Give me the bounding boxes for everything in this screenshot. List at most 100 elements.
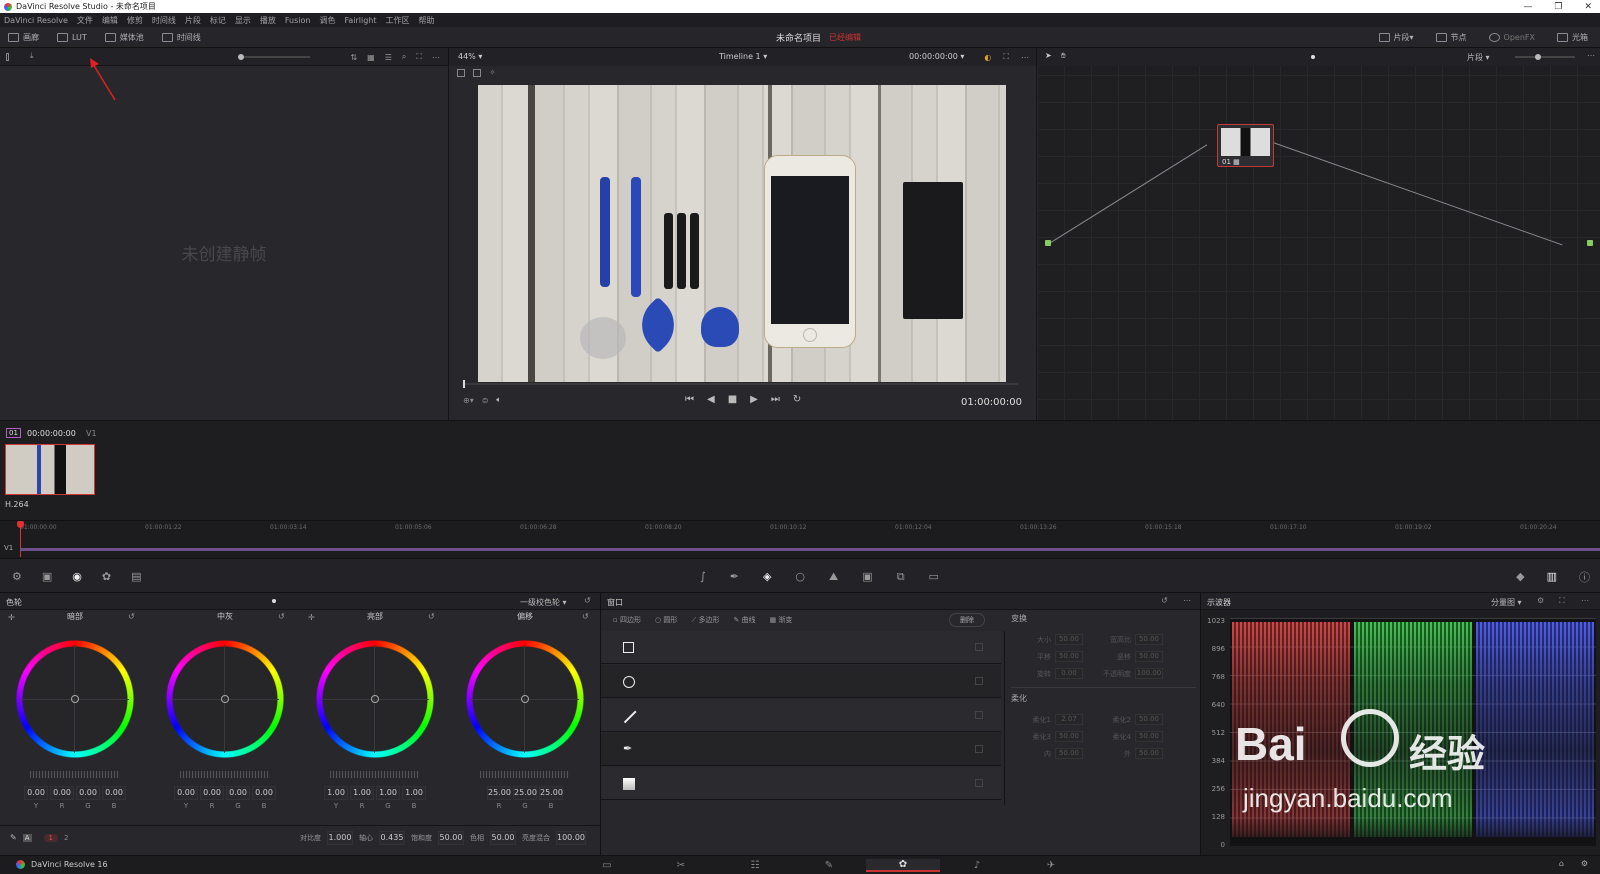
lut-button[interactable]: LUT: [57, 33, 87, 42]
add-quad-window[interactable]: ▫ 四边形: [613, 615, 641, 625]
invert-icon[interactable]: [975, 711, 983, 719]
menu-help[interactable]: 帮助: [419, 15, 435, 26]
rgb-mixer-icon[interactable]: ✿: [102, 570, 111, 583]
value-field[interactable]: 1.00: [402, 786, 426, 800]
timeline-clip-bar[interactable]: [20, 548, 1600, 551]
menu-file[interactable]: 文件: [77, 15, 93, 26]
window-reset-icon[interactable]: ↺: [1161, 596, 1168, 605]
node-zoom-slider[interactable]: [1515, 54, 1575, 60]
color-match-icon[interactable]: ▣: [42, 570, 52, 583]
scope-settings-icon[interactable]: ⚙︎: [1537, 596, 1544, 605]
search-icon[interactable]: ⌕: [402, 52, 406, 62]
blur-icon[interactable]: ⛰︎: [829, 570, 838, 584]
gamma-wheel[interactable]: 中灰 ↺ 0.00 0.00 0.00 0.00 Y R G B: [150, 611, 300, 831]
wheel-reset-icon[interactable]: ↺: [128, 612, 135, 621]
wheel-mode-dropdown[interactable]: 一级校色轮 ▾: [520, 597, 567, 608]
minimize-button[interactable]: —: [1523, 2, 1532, 12]
value-field[interactable]: 1.00: [350, 786, 374, 800]
scope-more-icon[interactable]: ⋯: [1581, 596, 1589, 605]
param-field[interactable]: 50.00: [1135, 651, 1163, 662]
master-wheel-slider[interactable]: [480, 771, 570, 778]
stop-button[interactable]: ■: [728, 394, 737, 405]
window-more-icon[interactable]: ⋯: [1183, 596, 1191, 605]
wheel-reset-icon[interactable]: ↺: [582, 612, 589, 621]
add-circle-window[interactable]: ○ 圆形: [655, 615, 677, 625]
sidebar-toggle-icon[interactable]: [6, 53, 9, 61]
timecode-top[interactable]: 00:00:00:00 ▾: [909, 52, 964, 61]
gradient-window-row[interactable]: [601, 767, 1001, 800]
fullscreen-icon[interactable]: ⛶: [416, 52, 422, 62]
hue-field[interactable]: 50.00: [490, 830, 516, 845]
color-node-01[interactable]: 01 ▦: [1217, 124, 1274, 167]
param-field[interactable]: 100.00: [1135, 668, 1163, 679]
loop-button[interactable]: ↻: [793, 394, 801, 405]
grid-view-icon[interactable]: ▦: [367, 53, 375, 62]
value-field[interactable]: 0.00: [226, 786, 250, 800]
media-page-tab[interactable]: ▭: [570, 860, 644, 871]
bypass-icon[interactable]: ◐: [984, 53, 991, 62]
param-field[interactable]: 50.00: [1055, 634, 1083, 645]
menu-trim[interactable]: 修剪: [127, 15, 143, 26]
edit-page-tab[interactable]: ☷: [718, 860, 792, 871]
invert-icon[interactable]: [975, 745, 983, 753]
image-wipe-icon[interactable]: [457, 68, 465, 77]
wheel-reset-icon[interactable]: ↺: [428, 612, 435, 621]
list-view-icon[interactable]: ☰: [385, 53, 392, 62]
quad-window-row[interactable]: [601, 631, 1001, 664]
param-field[interactable]: 50.00: [1135, 731, 1163, 742]
motion-effects-icon[interactable]: ▤: [131, 570, 141, 583]
param-field[interactable]: 50.00: [1135, 714, 1163, 725]
nodes-button[interactable]: 节点: [1435, 32, 1467, 43]
value-field[interactable]: 1.00: [376, 786, 400, 800]
menu-fusion[interactable]: Fusion: [285, 16, 311, 25]
fairlight-page-tab[interactable]: ♪: [940, 860, 1014, 871]
menu-edit[interactable]: 编辑: [102, 15, 118, 26]
deliver-page-tab[interactable]: ✈︎: [1014, 860, 1088, 871]
qualifier-icon[interactable]: ✒︎: [730, 570, 739, 583]
pivot-field[interactable]: 0.435: [379, 830, 405, 845]
param-field[interactable]: 50.00: [1055, 651, 1083, 662]
scope-expand-icon[interactable]: ⛶: [1559, 596, 1565, 606]
pointer-icon[interactable]: ➤: [1045, 51, 1052, 60]
page-2-button[interactable]: 2: [64, 834, 68, 842]
lightbox-button[interactable]: 光箱: [1557, 32, 1588, 43]
menu-mark[interactable]: 标记: [210, 15, 226, 26]
wheel-reset-icon[interactable]: ↺: [278, 612, 285, 621]
value-field[interactable]: 0.00: [174, 786, 198, 800]
page-1-button[interactable]: 1: [43, 833, 58, 842]
value-field[interactable]: 0.00: [24, 786, 48, 800]
param-field[interactable]: 50.00: [1055, 731, 1083, 742]
add-curve-window[interactable]: ✎ 曲线: [733, 615, 755, 625]
camera-raw-icon[interactable]: ⚙︎: [12, 570, 22, 583]
play-reverse-button[interactable]: ◀: [707, 394, 715, 405]
value-field[interactable]: 0.00: [252, 786, 276, 800]
master-wheel-slider[interactable]: [330, 771, 420, 778]
param-field[interactable]: 0.00: [1055, 668, 1083, 679]
node-more-icon[interactable]: ⋯: [1587, 51, 1595, 60]
value-field[interactable]: 0.00: [50, 786, 74, 800]
param-field[interactable]: 50.00: [1055, 748, 1083, 759]
master-wheel-slider[interactable]: [180, 771, 270, 778]
openfx-button[interactable]: OpenFX: [1488, 33, 1535, 42]
value-field[interactable]: 1.00: [324, 786, 348, 800]
delete-window-button[interactable]: 删除: [949, 613, 985, 627]
contrast-field[interactable]: 1.000: [327, 830, 353, 845]
highlight-icon[interactable]: ✧: [489, 68, 496, 77]
add-gradient-window[interactable]: ▦ 渐变: [770, 615, 793, 625]
circle-window-row[interactable]: [601, 665, 1001, 698]
auto-balance-icon[interactable]: ✎: [10, 833, 17, 842]
loop-icon[interactable]: ⊜: [482, 396, 489, 405]
menu-fairlight[interactable]: Fairlight: [344, 16, 376, 25]
lum-mix-field[interactable]: 100.00: [556, 830, 586, 845]
add-polygon-window[interactable]: ⟋ 多边形: [691, 615, 719, 625]
media-pool-button[interactable]: 媒体池: [104, 32, 144, 43]
play-button[interactable]: ▶: [750, 394, 758, 405]
maximize-button[interactable]: ❐: [1554, 2, 1562, 12]
value-field[interactable]: 0.00: [200, 786, 224, 800]
save-still-icon[interactable]: ⤓: [30, 51, 34, 61]
settings-icon[interactable]: ⚙︎: [1581, 859, 1588, 868]
gallery-button[interactable]: 画廊: [8, 32, 39, 43]
menu-workspace[interactable]: 工作区: [386, 15, 410, 26]
hand-icon[interactable]: ✋︎: [1061, 51, 1066, 61]
menu-clip[interactable]: 片段: [185, 15, 201, 26]
